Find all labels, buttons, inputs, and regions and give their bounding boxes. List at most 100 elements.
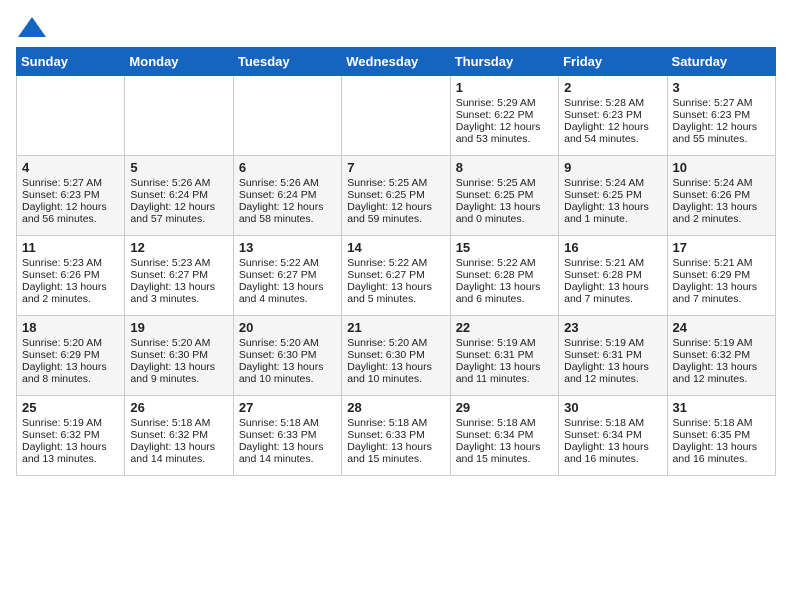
- day-info: Sunrise: 5:21 AM: [564, 257, 661, 269]
- day-info: Daylight: 13 hours: [673, 281, 770, 293]
- day-info: Daylight: 13 hours: [347, 441, 444, 453]
- day-number: 17: [673, 240, 770, 255]
- day-cell: 15Sunrise: 5:22 AMSunset: 6:28 PMDayligh…: [450, 236, 558, 316]
- day-info: Daylight: 12 hours: [673, 121, 770, 133]
- day-info: Daylight: 13 hours: [456, 441, 553, 453]
- day-info: Sunset: 6:32 PM: [130, 429, 227, 441]
- day-info: Sunset: 6:34 PM: [456, 429, 553, 441]
- day-info: Sunset: 6:33 PM: [347, 429, 444, 441]
- day-info: Sunset: 6:27 PM: [239, 269, 336, 281]
- day-cell: 26Sunrise: 5:18 AMSunset: 6:32 PMDayligh…: [125, 396, 233, 476]
- weekday-header-saturday: Saturday: [667, 48, 775, 76]
- day-info: Sunrise: 5:18 AM: [673, 417, 770, 429]
- day-info: Sunset: 6:27 PM: [130, 269, 227, 281]
- day-cell: 6Sunrise: 5:26 AMSunset: 6:24 PMDaylight…: [233, 156, 341, 236]
- day-info: Sunrise: 5:27 AM: [673, 97, 770, 109]
- day-info: Daylight: 13 hours: [239, 361, 336, 373]
- day-number: 2: [564, 80, 661, 95]
- day-info: Sunset: 6:23 PM: [564, 109, 661, 121]
- day-info: Sunrise: 5:19 AM: [564, 337, 661, 349]
- day-info: Sunrise: 5:22 AM: [239, 257, 336, 269]
- week-row-2: 4Sunrise: 5:27 AMSunset: 6:23 PMDaylight…: [17, 156, 776, 236]
- day-number: 21: [347, 320, 444, 335]
- day-info: Daylight: 12 hours: [347, 201, 444, 213]
- day-info: and 14 minutes.: [130, 453, 227, 465]
- day-cell: 22Sunrise: 5:19 AMSunset: 6:31 PMDayligh…: [450, 316, 558, 396]
- day-cell: [233, 76, 341, 156]
- day-info: and 8 minutes.: [22, 373, 119, 385]
- day-info: Sunrise: 5:22 AM: [347, 257, 444, 269]
- day-number: 30: [564, 400, 661, 415]
- day-info: Sunrise: 5:26 AM: [130, 177, 227, 189]
- day-info: and 55 minutes.: [673, 133, 770, 145]
- day-info: Daylight: 13 hours: [564, 441, 661, 453]
- day-cell: 1Sunrise: 5:29 AMSunset: 6:22 PMDaylight…: [450, 76, 558, 156]
- day-info: Sunset: 6:25 PM: [564, 189, 661, 201]
- day-info: Sunrise: 5:20 AM: [22, 337, 119, 349]
- day-number: 26: [130, 400, 227, 415]
- day-info: Sunrise: 5:20 AM: [130, 337, 227, 349]
- day-info: and 12 minutes.: [564, 373, 661, 385]
- day-info: and 53 minutes.: [456, 133, 553, 145]
- logo: [16, 16, 46, 37]
- day-info: and 57 minutes.: [130, 213, 227, 225]
- day-info: Sunset: 6:29 PM: [22, 349, 119, 361]
- week-row-4: 18Sunrise: 5:20 AMSunset: 6:29 PMDayligh…: [17, 316, 776, 396]
- day-info: Sunrise: 5:18 AM: [564, 417, 661, 429]
- day-info: and 13 minutes.: [22, 453, 119, 465]
- day-info: Sunrise: 5:24 AM: [673, 177, 770, 189]
- day-info: Daylight: 12 hours: [239, 201, 336, 213]
- day-info: Daylight: 13 hours: [564, 201, 661, 213]
- day-number: 24: [673, 320, 770, 335]
- day-info: and 0 minutes.: [456, 213, 553, 225]
- day-cell: 18Sunrise: 5:20 AMSunset: 6:29 PMDayligh…: [17, 316, 125, 396]
- day-cell: 10Sunrise: 5:24 AMSunset: 6:26 PMDayligh…: [667, 156, 775, 236]
- day-info: and 10 minutes.: [239, 373, 336, 385]
- day-number: 1: [456, 80, 553, 95]
- weekday-header-row: SundayMondayTuesdayWednesdayThursdayFrid…: [17, 48, 776, 76]
- day-number: 25: [22, 400, 119, 415]
- day-number: 18: [22, 320, 119, 335]
- day-info: and 16 minutes.: [673, 453, 770, 465]
- day-number: 31: [673, 400, 770, 415]
- day-info: Daylight: 13 hours: [564, 361, 661, 373]
- day-info: Sunset: 6:26 PM: [22, 269, 119, 281]
- day-cell: 16Sunrise: 5:21 AMSunset: 6:28 PMDayligh…: [559, 236, 667, 316]
- day-number: 9: [564, 160, 661, 175]
- day-cell: 27Sunrise: 5:18 AMSunset: 6:33 PMDayligh…: [233, 396, 341, 476]
- day-info: and 3 minutes.: [130, 293, 227, 305]
- day-cell: 3Sunrise: 5:27 AMSunset: 6:23 PMDaylight…: [667, 76, 775, 156]
- day-info: Sunrise: 5:23 AM: [22, 257, 119, 269]
- day-number: 20: [239, 320, 336, 335]
- day-info: Daylight: 12 hours: [22, 201, 119, 213]
- day-info: and 54 minutes.: [564, 133, 661, 145]
- day-info: Sunset: 6:27 PM: [347, 269, 444, 281]
- day-number: 29: [456, 400, 553, 415]
- day-number: 10: [673, 160, 770, 175]
- day-cell: 2Sunrise: 5:28 AMSunset: 6:23 PMDaylight…: [559, 76, 667, 156]
- day-info: Sunset: 6:23 PM: [22, 189, 119, 201]
- day-number: 12: [130, 240, 227, 255]
- day-number: 28: [347, 400, 444, 415]
- day-info: Sunset: 6:31 PM: [456, 349, 553, 361]
- day-info: and 7 minutes.: [673, 293, 770, 305]
- day-info: Sunrise: 5:22 AM: [456, 257, 553, 269]
- day-cell: 17Sunrise: 5:21 AMSunset: 6:29 PMDayligh…: [667, 236, 775, 316]
- day-info: Daylight: 13 hours: [456, 281, 553, 293]
- day-cell: 14Sunrise: 5:22 AMSunset: 6:27 PMDayligh…: [342, 236, 450, 316]
- day-number: 5: [130, 160, 227, 175]
- day-info: Sunrise: 5:19 AM: [456, 337, 553, 349]
- day-info: Daylight: 13 hours: [22, 441, 119, 453]
- day-info: and 1 minute.: [564, 213, 661, 225]
- day-cell: 5Sunrise: 5:26 AMSunset: 6:24 PMDaylight…: [125, 156, 233, 236]
- day-info: Sunset: 6:32 PM: [22, 429, 119, 441]
- day-number: 23: [564, 320, 661, 335]
- day-number: 6: [239, 160, 336, 175]
- day-info: and 2 minutes.: [673, 213, 770, 225]
- day-info: Daylight: 13 hours: [673, 441, 770, 453]
- day-info: Sunrise: 5:19 AM: [22, 417, 119, 429]
- day-info: Sunrise: 5:19 AM: [673, 337, 770, 349]
- day-cell: 12Sunrise: 5:23 AMSunset: 6:27 PMDayligh…: [125, 236, 233, 316]
- day-info: and 58 minutes.: [239, 213, 336, 225]
- day-info: Daylight: 13 hours: [673, 361, 770, 373]
